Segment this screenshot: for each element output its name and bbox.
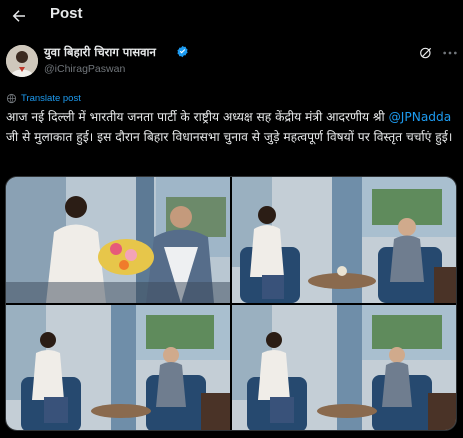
more-icon[interactable] [442, 47, 458, 59]
translate-post-link[interactable]: Translate post [6, 93, 81, 104]
translate-label: Translate post [21, 93, 81, 104]
arrow-left-icon [12, 10, 25, 22]
photo-2[interactable] [232, 177, 456, 303]
photo-3[interactable] [6, 305, 230, 430]
author-name[interactable]: युवा बिहारी चिराग पासवान [44, 45, 156, 60]
grok-icon[interactable] [418, 45, 434, 61]
media-grid [5, 176, 457, 431]
avatar[interactable] [6, 45, 38, 77]
tweet-text-part2: जी से मुलाकात हुई। इस दौरान बिहार विधानस… [6, 130, 453, 144]
translate-icon [6, 93, 17, 104]
tweet-text: आज नई दिल्ली में भारतीय जनता पार्टी के र… [6, 107, 456, 147]
mention-link[interactable]: @JPNadda [389, 110, 452, 124]
tweet-text-part1: आज नई दिल्ली में भारतीय जनता पार्टी के र… [6, 110, 385, 124]
post-header: Post [0, 0, 463, 34]
verified-badge-icon [177, 45, 188, 58]
back-button[interactable] [8, 5, 30, 27]
author-handle[interactable]: @iChiragPaswan [44, 63, 125, 75]
photo-4[interactable] [232, 305, 456, 430]
page-title: Post [50, 5, 83, 22]
photo-1[interactable] [6, 177, 230, 303]
